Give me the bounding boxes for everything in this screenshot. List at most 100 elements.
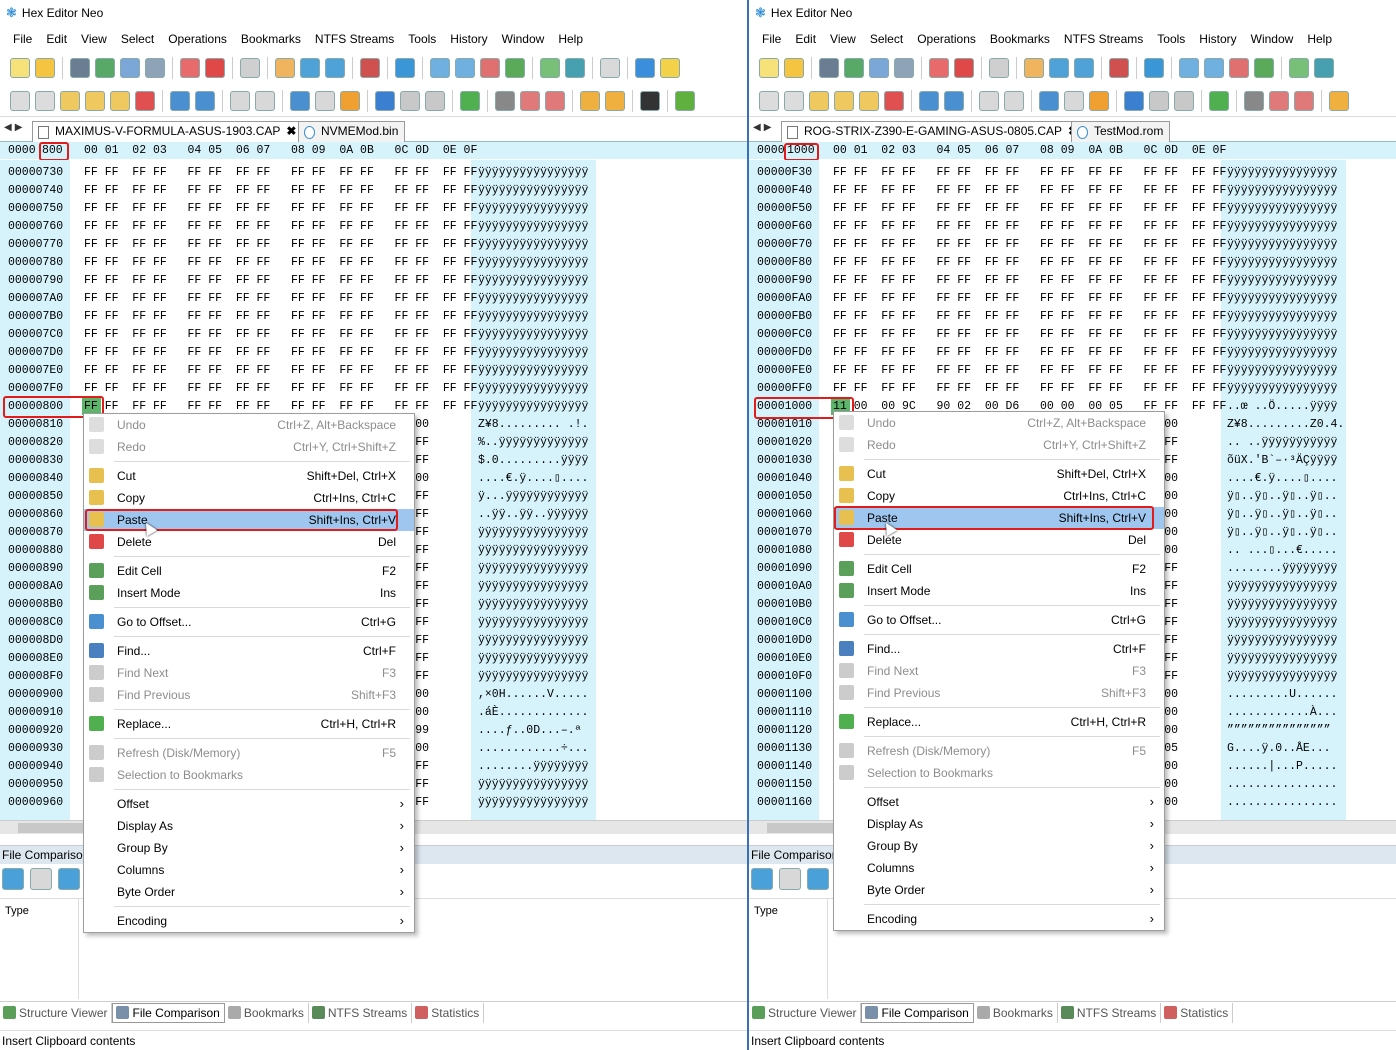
- tab-structure-viewer[interactable]: Structure Viewer: [0, 1002, 113, 1023]
- function-key-icon[interactable]: [600, 58, 620, 78]
- new-file-icon[interactable]: [759, 58, 779, 78]
- menu-tools[interactable]: Tools: [1150, 32, 1192, 46]
- menu-item-insert-mode[interactable]: Insert Mode Ins: [84, 582, 414, 604]
- menu-view[interactable]: View: [74, 32, 114, 46]
- search-web-icon[interactable]: [565, 58, 585, 78]
- menu-item-group-by[interactable]: Group By ›: [84, 837, 414, 859]
- disk-icon[interactable]: [430, 58, 450, 78]
- delete-icon[interactable]: [884, 90, 904, 111]
- menu-item-delete[interactable]: Delete Del: [84, 531, 414, 553]
- menu-item-offset[interactable]: Offset ›: [834, 791, 1164, 813]
- save-icon[interactable]: [819, 58, 839, 78]
- copy-icon[interactable]: [834, 90, 854, 111]
- warning-icon[interactable]: [660, 58, 680, 78]
- info-icon[interactable]: [635, 58, 655, 78]
- find-icon[interactable]: [375, 90, 395, 111]
- export-icon[interactable]: [1254, 58, 1274, 78]
- hammer-icon[interactable]: [495, 90, 515, 111]
- menu-item-edit-cell[interactable]: Edit Cell F2: [84, 560, 414, 582]
- menu-select[interactable]: Select: [114, 32, 161, 46]
- tab-file-comparison[interactable]: File Comparison: [112, 1002, 225, 1023]
- replace-icon[interactable]: [460, 90, 480, 111]
- menu-item-display-as[interactable]: Display As ›: [834, 813, 1164, 835]
- menu-item-edit-cell[interactable]: Edit Cell F2: [834, 558, 1164, 580]
- ruler-icon[interactable]: [1089, 90, 1109, 111]
- menu-history[interactable]: History: [1192, 32, 1243, 46]
- menu-item-replace[interactable]: Replace... Ctrl+H, Ctrl+R: [84, 713, 414, 735]
- monitor-icon[interactable]: [395, 58, 415, 78]
- ascii-text[interactable]: ÿÿÿÿÿÿÿÿÿÿÿÿÿÿÿÿ ÿÿÿÿÿÿÿÿÿÿÿÿÿÿÿÿ ÿÿÿÿÿÿ…: [478, 164, 588, 812]
- save-all-icon[interactable]: [120, 58, 140, 78]
- open-file-icon[interactable]: [35, 58, 55, 78]
- menu-help[interactable]: Help: [1300, 32, 1339, 46]
- save-icon[interactable]: [70, 58, 90, 78]
- tab-bookmarks[interactable]: Bookmarks: [974, 1002, 1058, 1023]
- search-web-icon[interactable]: [1314, 58, 1334, 78]
- checksum-icon[interactable]: [1294, 90, 1314, 111]
- compare-icon[interactable]: [1204, 58, 1224, 78]
- tab-testmod-rom[interactable]: TestMod.rom: [1071, 121, 1171, 142]
- tab-rog-strix-cap[interactable]: ROG-STRIX-Z390-E-GAMING-ASUS-0805.CAP✖: [781, 121, 1086, 142]
- menu-bookmarks[interactable]: Bookmarks: [234, 32, 308, 46]
- menu-item-cut[interactable]: Cut Shift+Del, Ctrl+X: [834, 463, 1164, 485]
- tab-file-comparison[interactable]: File Comparison: [861, 1002, 974, 1023]
- select-all-icon[interactable]: [919, 90, 939, 111]
- menu-item-find[interactable]: Find... Ctrl+F: [834, 638, 1164, 660]
- fields-icon[interactable]: [480, 58, 500, 78]
- menu-item-display-as[interactable]: Display As ›: [84, 815, 414, 837]
- copy-icon[interactable]: [85, 90, 105, 111]
- menu-window[interactable]: Window: [495, 32, 552, 46]
- replace-icon[interactable]: [1209, 90, 1229, 111]
- save-all-icon[interactable]: [869, 58, 889, 78]
- menu-window[interactable]: Window: [1244, 32, 1301, 46]
- menu-help[interactable]: Help: [551, 32, 590, 46]
- menu-bookmarks[interactable]: Bookmarks: [983, 32, 1057, 46]
- tab-statistics[interactable]: Statistics: [412, 1002, 485, 1023]
- menu-item-encoding[interactable]: Encoding ›: [84, 910, 414, 932]
- menu-item-offset[interactable]: Offset ›: [84, 793, 414, 815]
- binary-icon[interactable]: [640, 90, 660, 111]
- pen-icon[interactable]: [675, 90, 695, 111]
- go-to-icon[interactable]: [1039, 90, 1059, 111]
- tab-nvmemod-bin[interactable]: NVMEMod.bin: [298, 121, 406, 142]
- tab-bookmarks[interactable]: Bookmarks: [225, 1002, 309, 1023]
- ascii-text[interactable]: ÿÿÿÿÿÿÿÿÿÿÿÿÿÿÿÿ ÿÿÿÿÿÿÿÿÿÿÿÿÿÿÿÿ ÿÿÿÿÿÿ…: [1227, 164, 1344, 812]
- menu-item-replace[interactable]: Replace... Ctrl+H, Ctrl+R: [834, 711, 1164, 733]
- menu-item-delete[interactable]: Delete Del: [834, 529, 1164, 551]
- menu-item-group-by[interactable]: Group By ›: [834, 835, 1164, 857]
- close-file-icon[interactable]: [929, 58, 949, 78]
- ruler-icon[interactable]: [340, 90, 360, 111]
- structure-icon[interactable]: [1269, 90, 1289, 111]
- refresh-compare-icon[interactable]: [807, 868, 829, 890]
- tab-close-icon[interactable]: ✖: [286, 124, 296, 138]
- menu-operations[interactable]: Operations: [910, 32, 983, 46]
- tab-statistics[interactable]: Statistics: [1161, 1002, 1234, 1023]
- tab-ntfs-streams[interactable]: NTFS Streams: [309, 1002, 413, 1023]
- compare-icon[interactable]: [2, 868, 24, 890]
- cut-icon[interactable]: [809, 90, 829, 111]
- layout-icon[interactable]: [300, 58, 320, 78]
- layout-split-icon[interactable]: [325, 58, 345, 78]
- new-file-icon[interactable]: [10, 58, 30, 78]
- refresh-compare-icon[interactable]: [58, 868, 80, 890]
- lock-icon[interactable]: [1329, 90, 1349, 111]
- structure-icon[interactable]: [520, 90, 540, 111]
- tool-icon[interactable]: [275, 58, 295, 78]
- print-icon[interactable]: [894, 58, 914, 78]
- menu-item-columns[interactable]: Columns ›: [84, 859, 414, 881]
- close-file-icon[interactable]: [180, 58, 200, 78]
- layout-icon[interactable]: [1049, 58, 1069, 78]
- save-as-icon[interactable]: [95, 58, 115, 78]
- save-as-icon[interactable]: [844, 58, 864, 78]
- go-to-icon[interactable]: [290, 90, 310, 111]
- compare-icon[interactable]: [751, 868, 773, 890]
- menu-operations[interactable]: Operations: [161, 32, 234, 46]
- settings-icon[interactable]: [1109, 58, 1129, 78]
- fields-icon[interactable]: [1229, 58, 1249, 78]
- menu-tools[interactable]: Tools: [401, 32, 443, 46]
- menu-edit[interactable]: Edit: [39, 32, 74, 46]
- menu-item-byte-order[interactable]: Byte Order ›: [834, 879, 1164, 901]
- close-all-icon[interactable]: [954, 58, 974, 78]
- menu-view[interactable]: View: [823, 32, 863, 46]
- layout-split-icon[interactable]: [1074, 58, 1094, 78]
